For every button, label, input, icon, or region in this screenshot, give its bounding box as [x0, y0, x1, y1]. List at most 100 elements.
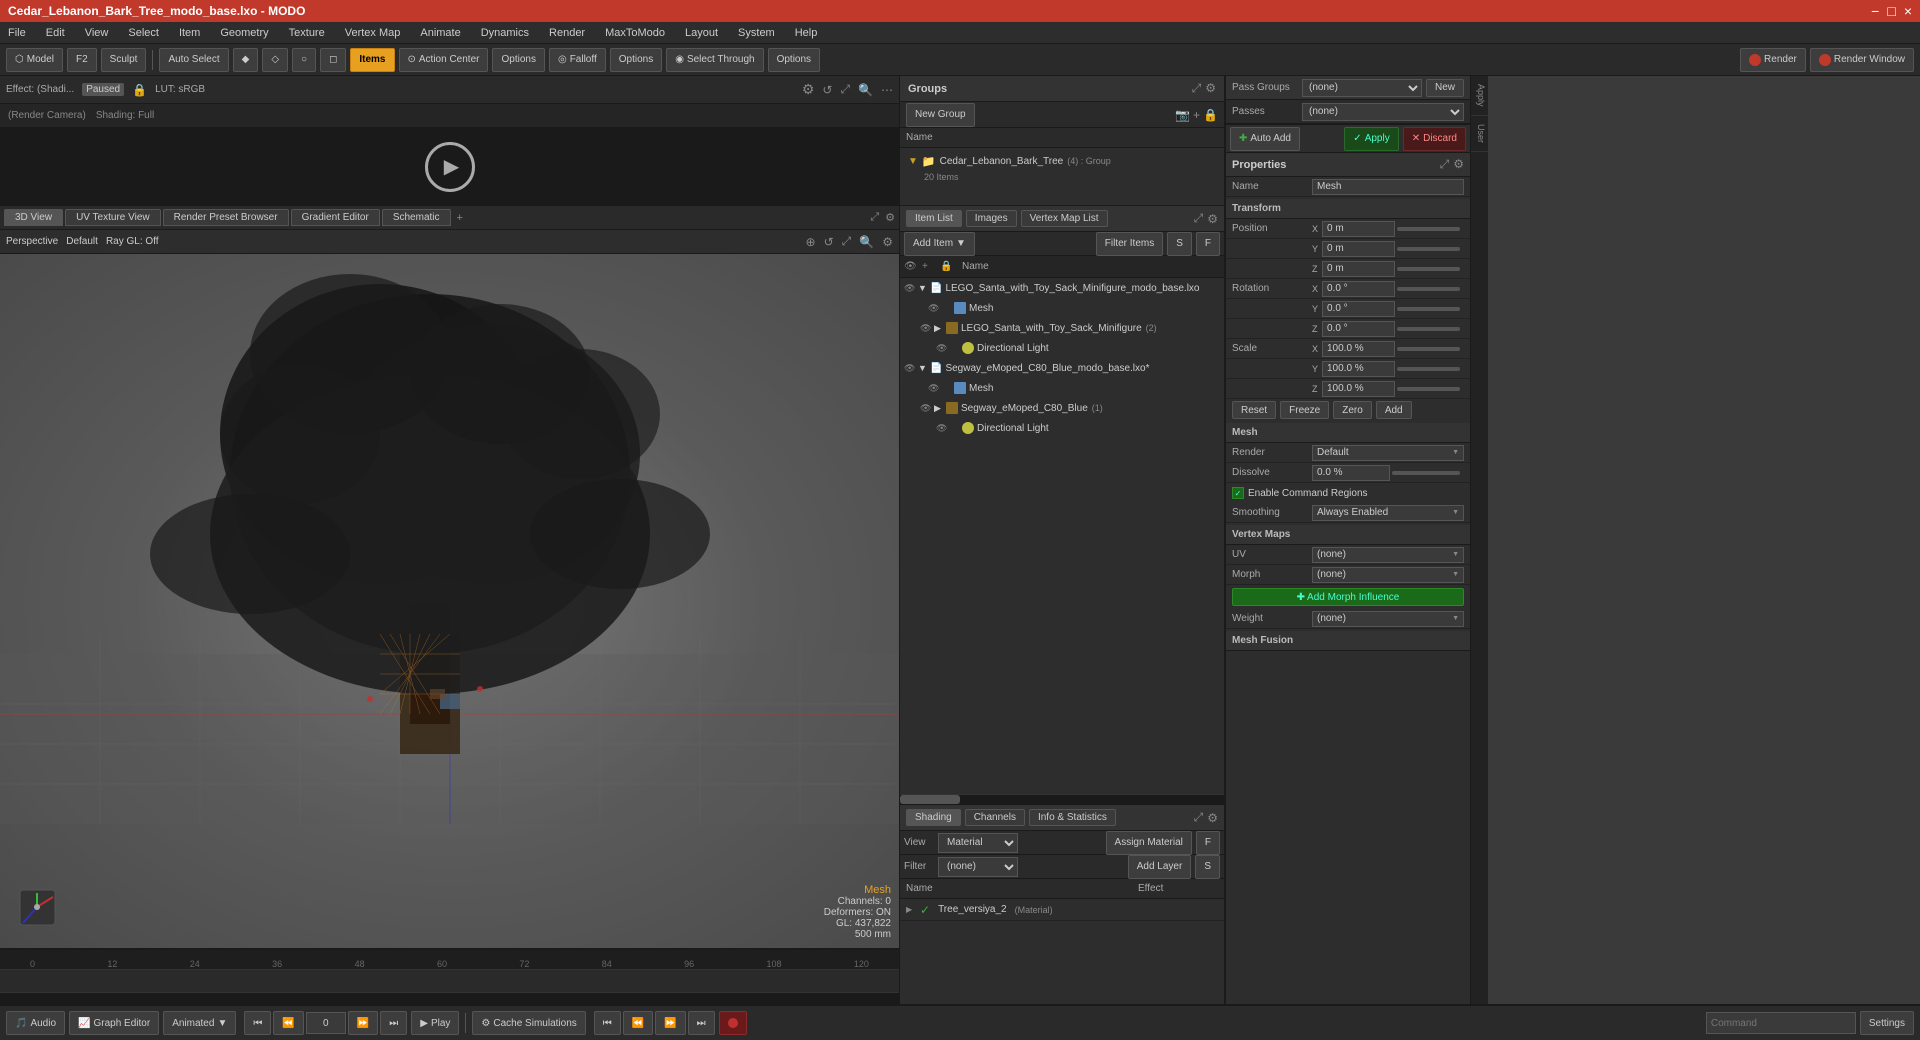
sculpt-btn[interactable]: Sculpt — [101, 48, 147, 72]
list-item-dir-light-2[interactable]: 👁 Directional Light — [900, 418, 1224, 438]
tab-channels[interactable]: Channels — [965, 809, 1025, 826]
add-tab-icon[interactable]: + — [457, 212, 463, 224]
preview-settings-icon[interactable]: ⚙ — [802, 81, 815, 98]
menu-view[interactable]: View — [81, 25, 113, 41]
menu-geometry[interactable]: Geometry — [216, 25, 272, 41]
eye-icon-light1[interactable]: 👁 — [936, 343, 950, 354]
cache-sim-btn[interactable]: ⚙ Cache Simulations — [472, 1011, 585, 1035]
timeline-scroll[interactable] — [0, 992, 899, 1004]
tab-uv-texture[interactable]: UV Texture View — [65, 209, 161, 226]
groups-settings-icon[interactable]: ⚙ — [1205, 81, 1216, 96]
prop-scale-z[interactable]: 100.0 % — [1322, 381, 1395, 397]
prop-pos-x-slider[interactable] — [1397, 227, 1460, 231]
minimize-btn[interactable]: − — [1871, 3, 1879, 19]
prop-rot-y[interactable]: 0.0 ° — [1322, 301, 1395, 317]
add-morph-btn[interactable]: ✚ Add Morph Influence — [1232, 588, 1464, 606]
enable-command-checkbox[interactable]: ✓ — [1232, 487, 1244, 499]
filter-items-btn[interactable]: Filter Items — [1096, 232, 1163, 256]
prop-scale-z-slider[interactable] — [1397, 387, 1460, 391]
prop-name-value[interactable]: Mesh — [1312, 179, 1464, 195]
skip-start-btn[interactable]: ⏮ — [244, 1011, 271, 1035]
shading-settings-icon[interactable]: ⚙ — [1207, 811, 1218, 825]
prop-scale-x[interactable]: 100.0 % — [1322, 341, 1395, 357]
list-item-segway-file[interactable]: 👁 ▼ 📄 Segway_eMoped_C80_Blue_modo_base.l… — [900, 358, 1224, 378]
toggle-segway-file[interactable]: ▼ — [918, 363, 930, 373]
viewport-fit-icon[interactable]: ⤢ — [842, 234, 852, 249]
groups-expand-icon[interactable]: ⤢ — [1192, 81, 1202, 96]
list-item-segway-group[interactable]: 👁 ▶ Segway_eMoped_C80_Blue (1) — [900, 398, 1224, 418]
group-item[interactable]: ▼ 📁 Cedar_Lebanon_Bark_Tree (4) : Group — [904, 150, 1220, 172]
eye-icon-segway-mesh[interactable]: 👁 — [928, 383, 942, 394]
auto-select-btn[interactable]: Auto Select — [159, 48, 228, 72]
prop-scale-y-slider[interactable] — [1397, 367, 1460, 371]
viewport-3d[interactable]: Mesh Channels: 0 Deformers: ON GL: 437,8… — [0, 254, 899, 948]
group-icon1[interactable]: 📷 — [1175, 108, 1190, 122]
tab-schematic[interactable]: Schematic — [382, 209, 451, 226]
add-item-btn[interactable]: Add Item ▼ — [904, 232, 975, 256]
options-btn-3[interactable]: Options — [768, 48, 820, 72]
freeze-btn[interactable]: Freeze — [1280, 401, 1329, 419]
eye-icon-lego[interactable]: 👁 — [904, 283, 918, 294]
tab-3d-view[interactable]: 3D View — [4, 209, 63, 226]
record-btn[interactable] — [719, 1011, 747, 1035]
menu-help[interactable]: Help — [791, 25, 822, 41]
timeline-track[interactable] — [0, 970, 899, 992]
viewport-settings-icon[interactable]: ⚙ — [885, 211, 895, 224]
eye-icon-light2[interactable]: 👁 — [936, 423, 950, 434]
prop-weight-dropdown[interactable]: (none) — [1312, 611, 1464, 627]
apply-btn[interactable]: ✓ Apply — [1344, 127, 1398, 151]
step-back-btn[interactable]: ⏪ — [273, 1011, 303, 1035]
tab-images[interactable]: Images — [966, 210, 1017, 227]
shading-filter-select[interactable]: (none) — [938, 857, 1018, 877]
prop-pos-y-slider[interactable] — [1397, 247, 1460, 251]
props-expand-icon[interactable]: ⤢ — [1440, 157, 1450, 172]
prop-rot-y-slider[interactable] — [1397, 307, 1460, 311]
default-label[interactable]: Default — [66, 236, 98, 247]
s-btn[interactable]: S — [1167, 232, 1192, 256]
toggle-lego-group[interactable]: ▶ — [934, 323, 946, 334]
list-item-dir-light-1[interactable]: 👁 Directional Light — [900, 338, 1224, 358]
prop-dissolve-slider[interactable] — [1392, 471, 1460, 475]
assign-material-btn[interactable]: Assign Material — [1106, 831, 1192, 855]
viewport-expand-icon[interactable]: ⤢ — [870, 211, 879, 224]
prop-smoothing-dropdown[interactable]: Always Enabled — [1312, 505, 1464, 521]
props-settings-icon[interactable]: ⚙ — [1453, 157, 1464, 172]
eye-icon-segway-file[interactable]: 👁 — [904, 363, 918, 374]
prop-pos-z-slider[interactable] — [1397, 267, 1460, 271]
menu-dynamics[interactable]: Dynamics — [477, 25, 533, 41]
mode-btn-4[interactable]: ◻ — [320, 48, 346, 72]
viewport-search2-icon[interactable]: 🔍 — [859, 235, 874, 249]
f-btn[interactable]: F — [1196, 232, 1220, 256]
render-btn[interactable]: Render — [1740, 48, 1806, 72]
menu-select[interactable]: Select — [124, 25, 163, 41]
pass-groups-select[interactable]: (none) — [1302, 79, 1422, 97]
discard-btn[interactable]: ✕ Discard — [1403, 127, 1466, 151]
toggle-segway-group[interactable]: ▶ — [934, 403, 946, 414]
menu-item[interactable]: Item — [175, 25, 204, 41]
perspective-label[interactable]: Perspective — [6, 236, 58, 247]
passes-select[interactable]: (none) — [1302, 103, 1464, 121]
new-group-btn[interactable]: New Group — [906, 103, 975, 127]
ray-gl-label[interactable]: Ray GL: Off — [106, 236, 159, 247]
prop-pos-z[interactable]: 0 m — [1322, 261, 1395, 277]
command-input[interactable] — [1706, 1012, 1856, 1034]
item-list-settings-icon[interactable]: ⚙ — [1207, 212, 1218, 226]
prop-rot-x-slider[interactable] — [1397, 287, 1460, 291]
shading-view-select[interactable]: Material — [938, 833, 1018, 853]
material-row-tree[interactable]: ▶ ✓ Tree_versiya_2 (Material) — [900, 899, 1224, 921]
toggle-lego[interactable]: ▼ — [918, 283, 930, 293]
preview-search-icon[interactable]: 🔍 — [858, 83, 873, 97]
render-window-btn[interactable]: Render Window — [1810, 48, 1914, 72]
prop-pos-y[interactable]: 0 m — [1322, 241, 1395, 257]
viewport-gear-icon[interactable]: ⚙ — [882, 235, 893, 249]
list-item-lego-file[interactable]: 👁 ▼ 📄 LEGO_Santa_with_Toy_Sack_Minifigur… — [900, 278, 1224, 298]
group-lock-icon[interactable]: 🔒 — [1203, 108, 1218, 122]
auto-add-btn[interactable]: ✚ Auto Add — [1230, 127, 1300, 151]
eye-icon-lego-mesh[interactable]: 👁 — [928, 303, 942, 314]
eye-icon-lego-group[interactable]: 👁 — [920, 323, 934, 334]
menu-system[interactable]: System — [734, 25, 779, 41]
shading-f-btn[interactable]: F — [1196, 831, 1220, 855]
prop-dissolve-value[interactable]: 0.0 % — [1312, 465, 1390, 481]
group-icon2[interactable]: + — [1193, 108, 1200, 122]
prop-rot-z[interactable]: 0.0 ° — [1322, 321, 1395, 337]
